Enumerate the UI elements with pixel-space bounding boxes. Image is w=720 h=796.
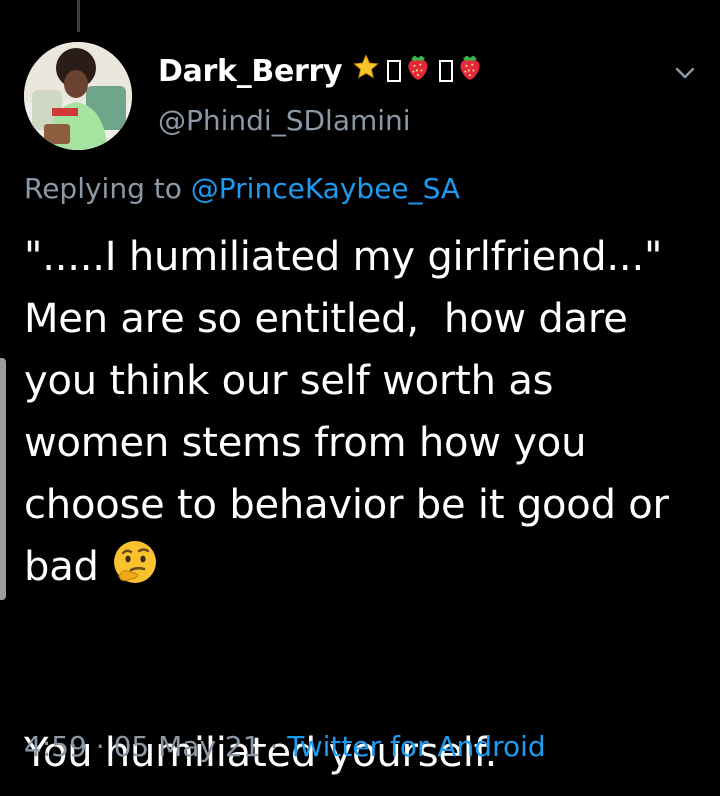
chevron-down-icon[interactable] xyxy=(674,62,696,84)
strawberry-icon xyxy=(456,52,484,90)
user-handle[interactable]: @Phindi_SDlamini xyxy=(158,104,411,137)
tweet-time[interactable]: 4:59 xyxy=(24,730,87,763)
avatar[interactable] xyxy=(24,42,132,150)
replying-to-label: Replying to xyxy=(24,172,191,205)
tweet-date[interactable]: 05 May 21 xyxy=(114,730,261,763)
meta-separator: · xyxy=(86,730,114,763)
display-name[interactable]: Dark_Berry xyxy=(158,54,343,89)
missing-glyph-icon xyxy=(387,60,402,82)
replying-to-line: Replying to @PrinceKaybee_SA xyxy=(24,172,460,205)
tweet-header: Dark_Berry @Phindi_SDlamini xyxy=(24,42,704,152)
scroll-edge-indicator xyxy=(0,358,6,600)
reply-mention-link[interactable]: @PrinceKaybee_SA xyxy=(191,172,460,205)
strawberry-icon xyxy=(404,52,432,90)
name-badges xyxy=(352,52,487,90)
missing-glyph-icon xyxy=(439,60,454,82)
display-name-row[interactable]: Dark_Berry xyxy=(158,52,487,90)
tweet-text: ".....I humiliated my girlfriend..." Men… xyxy=(24,226,704,784)
thinking-face-emoji-icon xyxy=(111,538,159,586)
meta-separator: · xyxy=(260,730,288,763)
tweet-meta: 4:59 · 05 May 21 · Twitter for Android xyxy=(24,730,546,763)
star-icon xyxy=(352,53,380,89)
tweet-body: ".....I humiliated my girlfriend..." Men… xyxy=(24,234,669,590)
tweet-source-link[interactable]: Twitter for Android xyxy=(287,730,545,763)
thread-connector-line xyxy=(77,0,80,32)
